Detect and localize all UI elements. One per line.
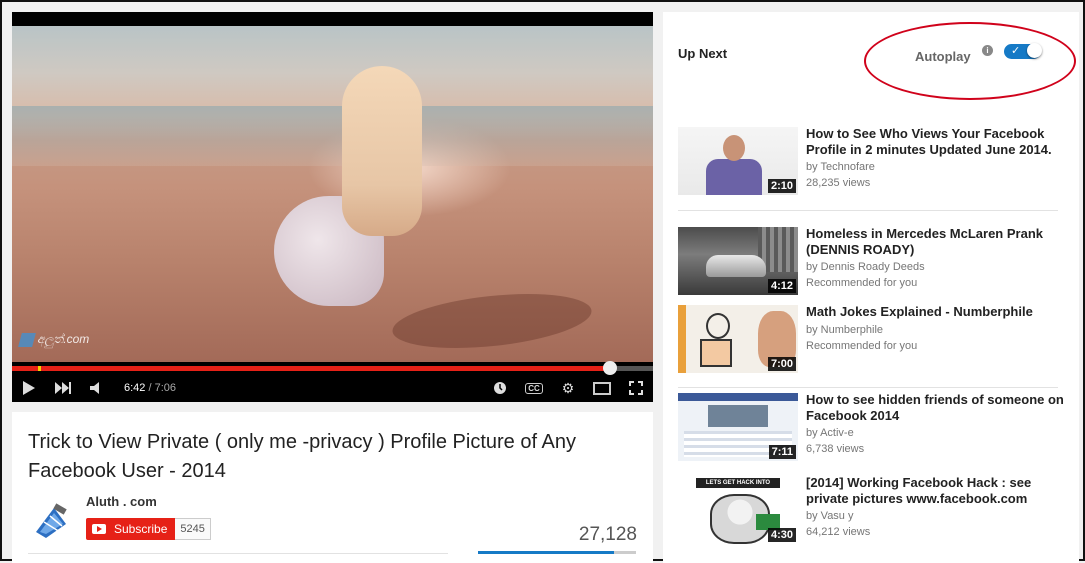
- video-thumbnail[interactable]: LETS GET HACK INTO FACEBOOK 4:30: [678, 476, 798, 544]
- duration-badge: 4:30: [767, 528, 796, 542]
- info-divider: [28, 553, 448, 554]
- thumbnail-banner: LETS GET HACK INTO FACEBOOK: [696, 478, 780, 496]
- video-scene-shadow: [389, 285, 595, 357]
- play-icon[interactable]: [12, 374, 46, 402]
- video-scene-hair: [342, 66, 422, 236]
- progress-marker: [38, 366, 41, 371]
- thumbnail-person: [706, 159, 762, 195]
- video-item-channel: by Vasu y: [806, 510, 854, 522]
- list-divider: [678, 387, 1058, 388]
- autoplay-highlight-annotation: [864, 22, 1076, 100]
- youtube-logo-icon: [92, 524, 106, 534]
- list-divider: [678, 210, 1058, 211]
- captions-icon[interactable]: CC: [517, 374, 551, 402]
- video-item-meta: Recommended for you: [806, 277, 918, 289]
- settings-icon[interactable]: ⚙: [551, 374, 585, 402]
- duration-badge: 4:12: [767, 279, 796, 293]
- volume-icon[interactable]: [80, 374, 114, 402]
- video-thumbnail[interactable]: 2:10: [678, 127, 798, 195]
- progress-bar[interactable]: [12, 361, 653, 375]
- player-controls: 6:42 / 7:06 CC ⚙: [12, 374, 653, 402]
- thumbnail-panel: [708, 405, 768, 427]
- thumbnail-stripe: [678, 305, 686, 373]
- subscribe-widget: Subscribe 5245: [86, 518, 211, 540]
- video-frame[interactable]: අලුත්.com ︿: [12, 26, 653, 362]
- subscribe-label: Subscribe: [114, 522, 168, 536]
- video-item-title[interactable]: Homeless in Mercedes McLaren Prank (DENN…: [806, 226, 1068, 258]
- channel-avatar[interactable]: [32, 502, 70, 540]
- video-item-channel: by Technofare: [806, 161, 875, 173]
- thumbnail-car: [706, 255, 766, 277]
- like-dislike-bar: [478, 551, 636, 554]
- thumbnail-fb-bar: [678, 393, 798, 401]
- video-item-title[interactable]: How to see hidden friends of someone on …: [806, 392, 1068, 424]
- video-item-channel: by Activ-e: [806, 427, 854, 439]
- video-player[interactable]: අලුත්.com ︿ 6:42 / 7:06 CC ⚙: [12, 12, 653, 402]
- thumbnail-head: [723, 135, 745, 161]
- next-icon[interactable]: [46, 374, 80, 402]
- video-thumbnail[interactable]: 7:11: [678, 393, 798, 461]
- up-next-sidebar: Up Next Autoplay i ✓ 2:10 How to See Who…: [663, 12, 1079, 563]
- theater-icon[interactable]: [585, 374, 619, 402]
- thumbnail-drawing-head: [706, 313, 730, 339]
- video-item-meta: 28,235 views: [806, 177, 871, 189]
- channel-name[interactable]: Aluth . com: [86, 494, 157, 509]
- duration-badge: 7:11: [768, 445, 796, 459]
- subscriber-count: 5245: [175, 518, 211, 540]
- duration-badge: 2:10: [767, 179, 796, 193]
- video-item-meta: Recommended for you: [806, 340, 918, 352]
- time-display: 6:42 / 7:06: [124, 382, 176, 394]
- thumbnail-drawing-body: [700, 339, 732, 367]
- current-time: 6:42: [124, 382, 146, 394]
- video-item-title[interactable]: Math Jokes Explained - Numberphile: [806, 304, 1068, 320]
- video-scene-sea: [12, 106, 653, 166]
- progress-scrubber[interactable]: [603, 361, 618, 375]
- like-bar-fill: [478, 551, 614, 554]
- video-item-channel: by Numberphile: [806, 324, 884, 336]
- channel-watermark: අලුත්.com: [18, 332, 90, 347]
- watermark-logo-icon: [18, 332, 36, 347]
- up-next-title: Up Next: [678, 46, 728, 61]
- subscribe-button[interactable]: Subscribe: [86, 518, 176, 540]
- video-thumbnail[interactable]: 4:12: [678, 227, 798, 295]
- watch-later-icon[interactable]: [483, 374, 517, 402]
- video-item-meta: 64,212 views: [806, 526, 871, 538]
- video-title: Trick to View Private ( only me -privacy…: [28, 431, 576, 482]
- duration: / 7:06: [148, 382, 177, 394]
- video-item-channel: by Dennis Roady Deeds: [806, 261, 925, 273]
- watermark-text: අලුත්.com: [37, 332, 90, 346]
- progress-played: [12, 366, 611, 371]
- video-info-card: Trick to View Private ( only me -privacy…: [12, 412, 653, 563]
- video-item-title[interactable]: How to See Who Views Your Facebook Profi…: [806, 126, 1068, 158]
- duration-badge: 7:00: [767, 357, 796, 371]
- video-item-title[interactable]: [2014] Working Facebook Hack : see priva…: [806, 475, 1068, 507]
- fullscreen-icon[interactable]: [619, 374, 653, 402]
- view-count: 27,128: [578, 524, 637, 545]
- player-controls-right: CC ⚙: [483, 374, 653, 402]
- video-thumbnail[interactable]: 7:00: [678, 305, 798, 373]
- video-item-meta: 6,738 views: [806, 443, 865, 455]
